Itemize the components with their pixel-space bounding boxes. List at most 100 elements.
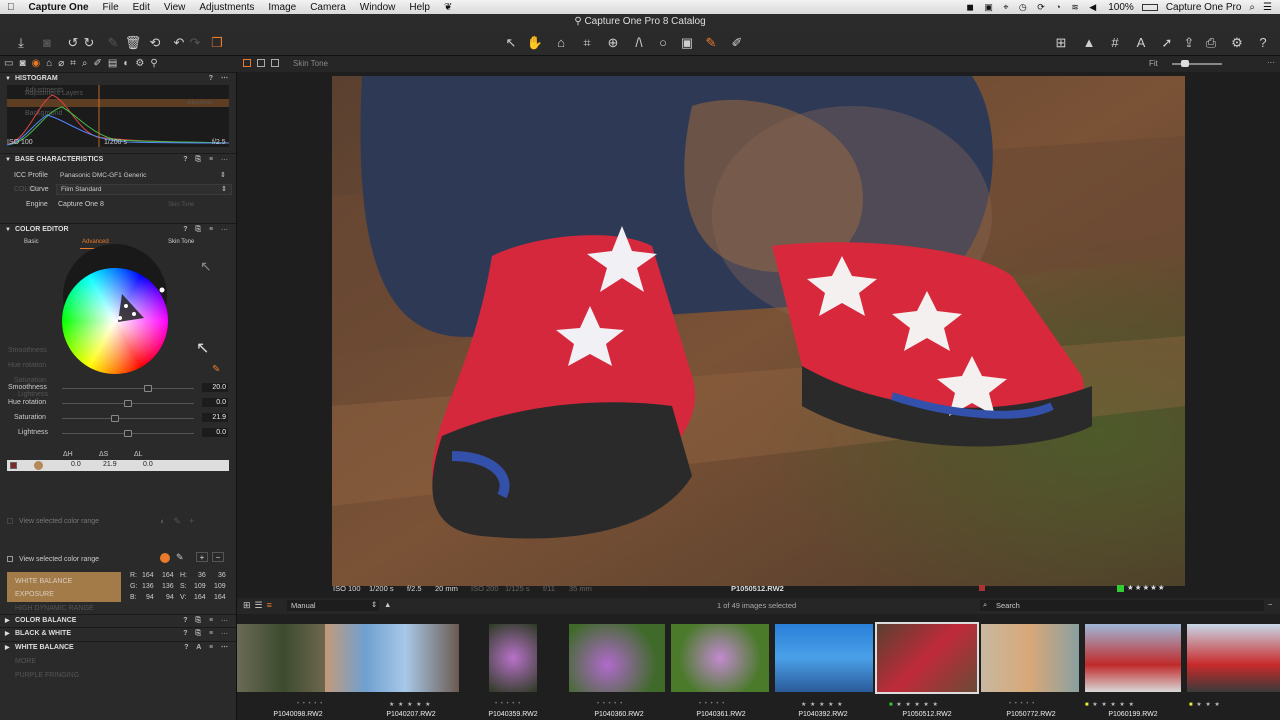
thumbnail[interactable] (1187, 624, 1280, 692)
mask-icon[interactable]: ▣ (678, 34, 696, 52)
lightness-value[interactable]: 0.0 (202, 428, 228, 437)
tab-basic[interactable]: Basic (24, 239, 39, 245)
black-white-header[interactable]: ▶ BLACK & WHITE ? ⎘ ≡ ⋯ (0, 627, 236, 640)
color-editor-header[interactable]: ▼ COLOR EDITOR ? ⎘ ≡ ⋯ (0, 223, 236, 236)
keystone-icon[interactable]: /\ (630, 34, 648, 52)
icc-select[interactable]: Panasonic DMC-GF1 Generic (60, 172, 146, 179)
grid-view-icon[interactable]: ⊞ (1052, 34, 1070, 52)
menu-adjustments[interactable]: Adjustments (192, 2, 261, 13)
view-range-label[interactable]: View selected color range (19, 556, 99, 563)
thumb-rating[interactable]: • • • • • (597, 701, 623, 707)
menu-view[interactable]: View (157, 2, 193, 13)
thumbnail[interactable] (325, 624, 459, 692)
saturation-slider[interactable] (62, 418, 194, 419)
collapse-icon[interactable]: ▼ (5, 224, 11, 236)
thumb-rating[interactable]: • • • • • (699, 701, 725, 707)
proof-icon[interactable]: ➚ (1158, 34, 1176, 52)
text-overlay-icon[interactable]: A (1132, 34, 1150, 52)
menu-app[interactable]: Capture One (22, 2, 96, 13)
saturation-value[interactable]: 21.9 (202, 413, 228, 422)
photo-preview[interactable] (332, 76, 1185, 586)
thumb-rating[interactable]: ★ ★ ★ ★ ★ (389, 701, 432, 708)
tab-skin-tone[interactable]: Skin Tone (168, 239, 194, 245)
spotlight-icon[interactable]: ⌕ (1249, 2, 1255, 13)
tool-tab-icons[interactable]: ▭◙◉⌂⌀⌗⌕✐▤◐⚙⚲ (4, 58, 164, 69)
expand-icon[interactable]: ▶ (5, 615, 10, 627)
color-range-row[interactable]: 0.0 21.9 0.0 (7, 460, 229, 471)
expand-icon[interactable]: ▶ (5, 628, 10, 640)
apple-icon[interactable]:  (0, 2, 22, 13)
menu-window[interactable]: Window (353, 2, 403, 13)
preset-label[interactable]: Skin Tone (293, 59, 328, 68)
rating-stars[interactable]: ★★★★★ (1127, 583, 1166, 592)
select-cursor-icon[interactable]: ↖ (502, 34, 520, 52)
viewer-menu-icon[interactable]: ⋯ (1267, 58, 1275, 67)
smoothness-value[interactable]: 20.0 (202, 383, 228, 392)
hue-rotation-knob[interactable] (124, 400, 132, 407)
menu-camera[interactable]: Camera (303, 2, 353, 13)
thumbnail[interactable] (569, 624, 665, 692)
zoom-slider[interactable] (1172, 63, 1222, 65)
smoothness-slider[interactable] (62, 388, 194, 389)
section-controls[interactable]: ? ⎘ ≡ ⋯ (183, 628, 231, 640)
rotate-tool-icon[interactable]: ⊕ (604, 34, 622, 52)
color-picker-icon[interactable]: ✎ (702, 34, 720, 52)
sort-select[interactable]: Manual ⇕ (287, 600, 379, 611)
section-controls[interactable]: ? ⎘ ≡ ⋯ (183, 224, 231, 236)
curve-select[interactable]: Film Standard ⇕ (56, 184, 232, 195)
status-icons[interactable]: ◼ ▣ ⌖ ◷ ⟳ ◔ ≋ ◀︎ (966, 2, 1100, 13)
collapse-icon[interactable]: ▼ (5, 154, 11, 166)
range-picker-icon[interactable] (160, 553, 170, 563)
thumb-rating[interactable]: ■ ★ ★ ★ (1189, 701, 1221, 708)
pan-icon[interactable]: ✋ (526, 34, 544, 52)
multi-view-icon[interactable] (243, 59, 251, 67)
help-icon[interactable]: ? (1254, 34, 1272, 52)
base-characteristics-header[interactable]: ▼ BASE CHARACTERISTICS ? ⎘ ≡ ⋯ (0, 153, 236, 166)
color-range-selector[interactable] (62, 268, 168, 374)
print-icon[interactable]: ⎙ (1202, 34, 1220, 52)
thumbnail[interactable] (489, 624, 537, 692)
thumb-rating[interactable]: ■ ★ ★ ★ ★ ★ (1085, 701, 1135, 708)
image-viewer[interactable] (237, 72, 1280, 598)
expand-icon[interactable]: ▶ (5, 642, 10, 654)
thumbnail[interactable] (981, 624, 1079, 692)
histogram-header[interactable]: ▼ HISTOGRAM ? ⋯ (0, 72, 236, 85)
lightness-knob[interactable] (124, 430, 132, 437)
loupe-icon[interactable]: ⌂ (552, 34, 570, 52)
picker-icon[interactable]: ✎ (212, 364, 220, 375)
hue-rotation-value[interactable]: 0.0 (202, 398, 228, 407)
zoom-slider-knob[interactable] (1181, 60, 1189, 67)
row-checkbox[interactable] (10, 462, 17, 469)
settings-gear-icon[interactable]: ⚙ (1228, 34, 1246, 52)
section-controls[interactable]: ? ⎘ ≡ ⋯ (183, 154, 231, 166)
thumbnail-selected[interactable] (875, 622, 979, 694)
smoothness-knob[interactable] (143, 385, 152, 392)
import-icon[interactable]: ⤓ (12, 34, 30, 52)
grid-overlay-icon[interactable]: # (1106, 34, 1124, 52)
menu-file[interactable]: File (96, 2, 126, 13)
reset-icon[interactable]: ⟲ (146, 34, 164, 52)
share-icon[interactable]: ⇪ (1180, 34, 1198, 52)
rotate-right-icon[interactable]: ↻ (80, 34, 98, 52)
menu-right-app[interactable]: Capture One Pro (1166, 2, 1242, 13)
compare-view-icon[interactable] (271, 59, 279, 67)
color-tag[interactable] (979, 585, 985, 591)
thumb-rating[interactable]: ■ ★ ★ ★ ★ ★ (889, 701, 939, 708)
thumb-rating[interactable]: • • • • • (495, 701, 521, 707)
browser-view-icons[interactable]: ⊞☰≡ (243, 600, 276, 611)
color-wheel[interactable] (62, 268, 168, 374)
sort-direction-icon[interactable]: ▲ (384, 600, 391, 609)
collapse-icon[interactable]: ▼ (5, 73, 11, 85)
thumbnail[interactable] (671, 624, 769, 692)
script-icon[interactable]: ❦ (437, 2, 459, 13)
trash-icon[interactable]: 🗑 (124, 34, 142, 52)
brush-icon[interactable]: ✐ (728, 34, 746, 52)
color-tag-green[interactable] (1117, 585, 1124, 592)
thumbnail[interactable] (775, 624, 873, 692)
battery-icon[interactable] (1141, 3, 1158, 11)
search-options-icon[interactable]: − (1268, 600, 1272, 609)
section-controls[interactable]: ? ⎘ ≡ ⋯ (183, 615, 231, 627)
add-range-button[interactable]: + (196, 552, 208, 562)
notifications-icon[interactable]: ☰ (1263, 2, 1272, 13)
single-view-icon[interactable] (257, 59, 265, 67)
